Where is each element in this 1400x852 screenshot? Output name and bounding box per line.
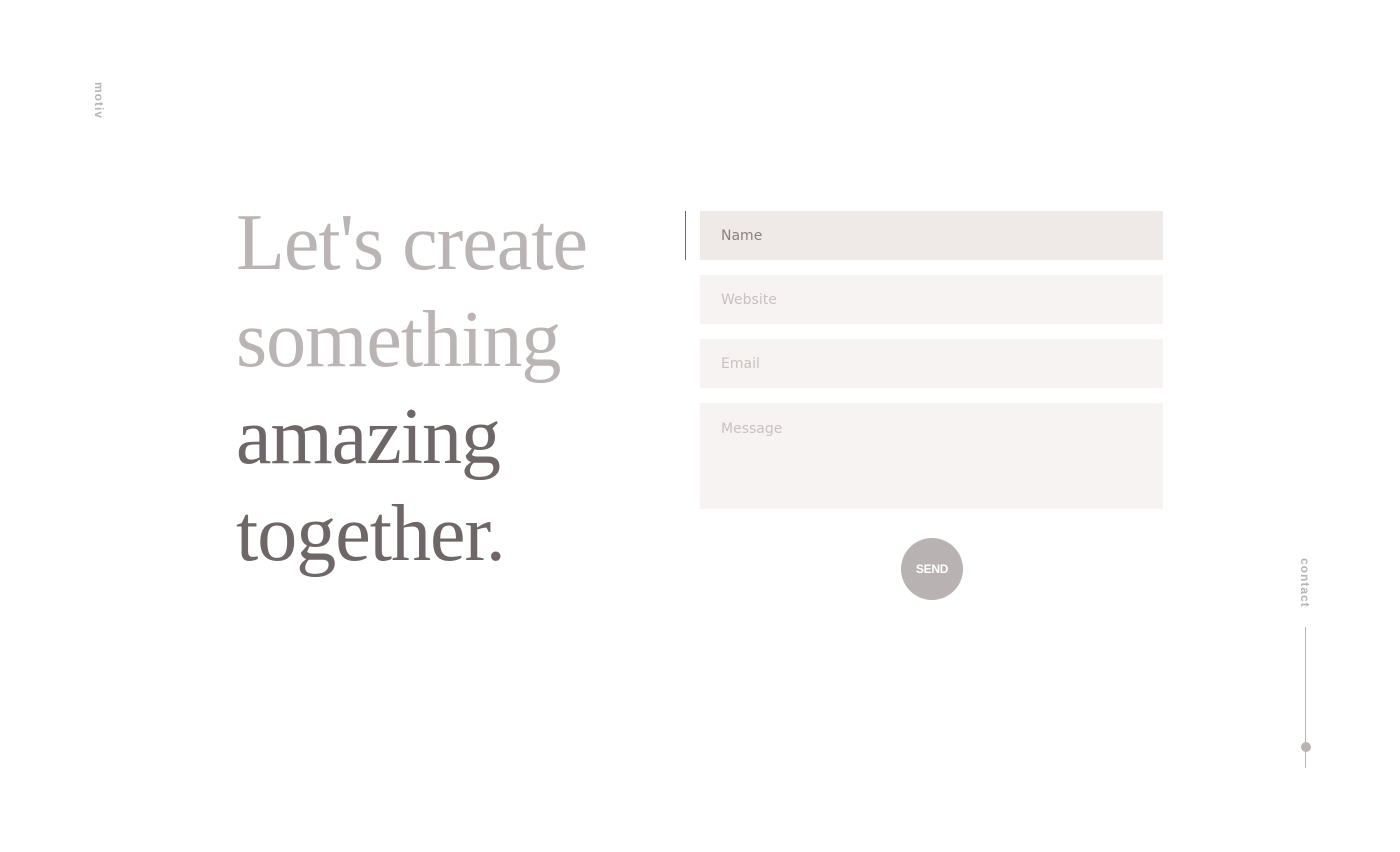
headline-line-1: Let's create [236, 199, 588, 287]
focus-indicator [685, 211, 686, 260]
side-nav: contact [1296, 558, 1316, 770]
side-nav-position-dot[interactable] [1301, 742, 1311, 752]
send-button[interactable]: SEND [901, 538, 963, 600]
headline-line-3: amazing [236, 393, 501, 481]
side-nav-contact-label[interactable]: contact [1298, 558, 1312, 608]
brand-logo[interactable]: motiv [90, 82, 106, 122]
email-input[interactable] [700, 339, 1163, 388]
website-input[interactable] [700, 275, 1163, 324]
headline-line-4: together. [236, 490, 506, 578]
headline-line-2: something [236, 296, 561, 384]
name-input[interactable] [700, 211, 1163, 260]
message-textarea[interactable] [700, 403, 1163, 509]
contact-form: SEND [685, 211, 1163, 600]
headline: Let's create something amazing together. [236, 195, 588, 583]
contact-page: motiv Let's create something amazing tog… [0, 0, 1400, 852]
